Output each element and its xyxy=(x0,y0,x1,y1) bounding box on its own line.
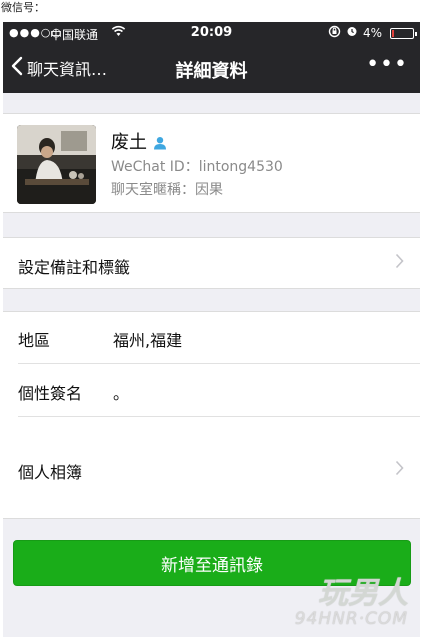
signature-label: 個性簽名 xyxy=(18,384,83,403)
page-title: 詳細資料 xyxy=(175,61,248,82)
profile-card: 废土 WeChat ID：lintong4530 聊天室暱稱：因果 xyxy=(3,113,420,213)
personal-album-label: 個人相簿 xyxy=(18,463,83,482)
profile-name: 废土 xyxy=(111,132,147,153)
signature-value: 。 xyxy=(113,384,130,403)
user-profile-icon xyxy=(153,134,167,150)
navigation-bar: 聊天資訊… 詳細資料 ••• xyxy=(3,44,420,93)
more-dots-icon[interactable]: ••• xyxy=(366,52,408,77)
battery-percent: 4% xyxy=(363,26,383,40)
battery-tip xyxy=(415,32,417,36)
chevron-right-icon xyxy=(395,460,404,481)
region-label: 地區 xyxy=(18,331,51,350)
profile-info-card: 地區 福州,福建 個性簽名 。 個人相簿 xyxy=(3,311,420,519)
alarm-icon xyxy=(346,25,358,40)
personal-album-row[interactable]: 個人相簿 xyxy=(18,417,420,520)
wechat-id: WeChat ID：lintong4530 xyxy=(111,159,283,175)
add-to-contacts-button[interactable]: 新增至通訊錄 xyxy=(13,540,411,586)
battery-level-fill xyxy=(392,30,394,37)
set-remark-and-tags-label: 設定備註和標籤 xyxy=(18,258,131,277)
watermark-url: 94HNR·COM xyxy=(294,609,408,629)
set-remark-and-tags-row[interactable]: 設定備註和標籤 xyxy=(3,237,420,289)
watermark: 玩男人 94HNR·COM xyxy=(294,579,408,630)
avatar[interactable] xyxy=(17,125,96,204)
profile-name-row: 废土 xyxy=(111,128,167,154)
phone-screen: ●●●○○ 中国联通 20:09 4% 聊天資訊… 詳細資料 ••• 废土 We… xyxy=(3,22,420,637)
caption-text: 微信号： xyxy=(1,1,45,14)
group-nickname: 聊天室暱稱：因果 xyxy=(111,182,223,198)
region-value: 福州,福建 xyxy=(113,331,183,350)
status-bar: ●●●○○ 中国联通 20:09 4% xyxy=(3,22,420,44)
region-row: 地區 福州,福建 xyxy=(18,312,420,364)
battery-icon xyxy=(390,28,417,39)
signature-row: 個性簽名 。 xyxy=(18,364,420,417)
rotation-lock-icon xyxy=(328,25,341,41)
chevron-right-icon xyxy=(395,253,404,274)
